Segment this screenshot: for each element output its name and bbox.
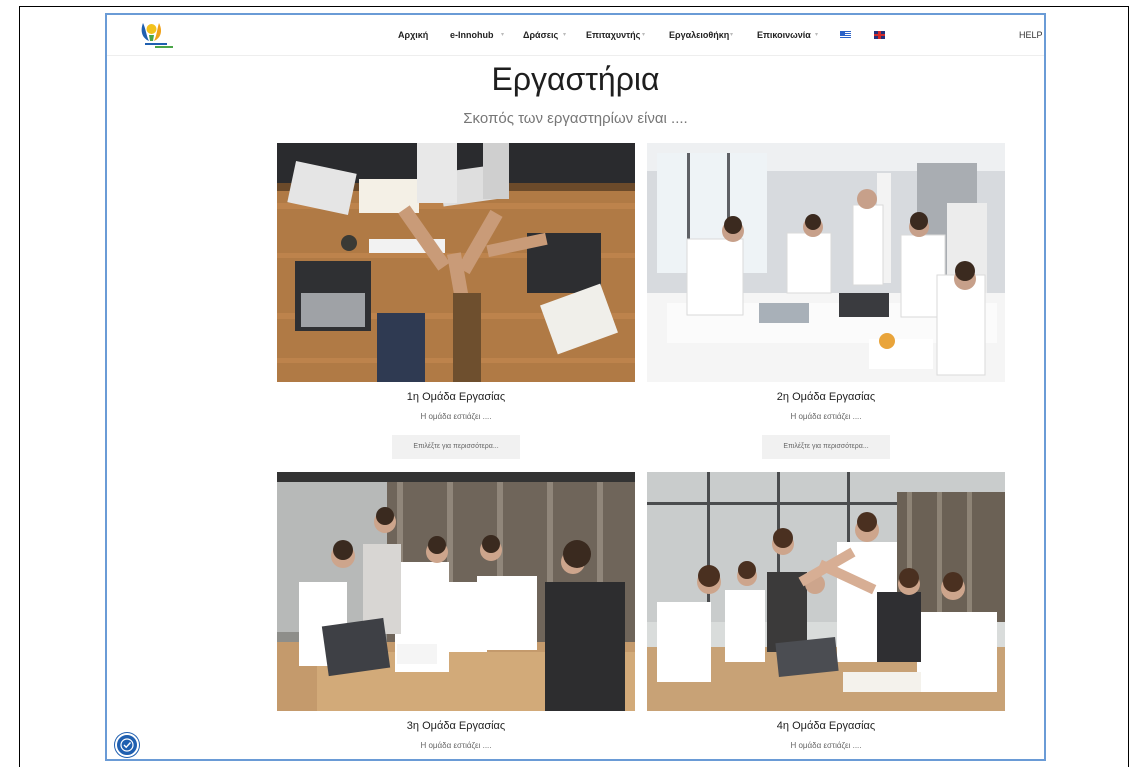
card-4-description: Η ομάδα εστιάζει .... <box>790 741 862 750</box>
nav-item-home[interactable]: Αρχική <box>398 30 428 40</box>
nav-toolbox-caret-icon: ▾ <box>730 32 734 38</box>
card-2-image[interactable] <box>647 143 1005 382</box>
card-1-more-button[interactable]: Επιλέξτε για περισσότερα... <box>392 435 520 459</box>
browser-viewport: Αρχική e-Innohub ▾ Δράσεις ▾ Επιταχυντής… <box>105 13 1046 761</box>
office-meeting-photo <box>647 143 1005 382</box>
card-2-title: 2η Ομάδα Εργασίας <box>776 391 876 403</box>
nav-contact-caret-icon: ▾ <box>815 32 819 38</box>
nav-actions-caret-icon: ▾ <box>563 32 567 38</box>
nav-e-innohub-caret-icon: ▾ <box>501 32 505 38</box>
logo-icon <box>141 23 173 48</box>
outer-border-top <box>19 6 1129 7</box>
top-navbar: Αρχική e-Innohub ▾ Δράσεις ▾ Επιταχυντής… <box>107 15 1044 56</box>
nav-accelerator-caret-icon: ▾ <box>642 32 646 38</box>
card-2-more-button[interactable]: Επιλέξτε για περισσότερα... <box>762 435 890 459</box>
uk-flag-icon[interactable] <box>874 31 885 39</box>
nav-item-actions[interactable]: Δράσεις <box>523 30 558 40</box>
nav-item-e-innohub[interactable]: e-Innohub <box>450 30 494 40</box>
card-2-description: Η ομάδα εστιάζει .... <box>790 412 862 421</box>
team-discussion-photo <box>277 472 635 711</box>
card-3-title: 3η Ομάδα Εργασίας <box>406 720 506 732</box>
nav-item-toolbox[interactable]: Εργαλειοθήκη <box>669 30 729 40</box>
page-subtitle: Σκοπός των εργαστηρίων είναι .... <box>463 110 688 127</box>
nav-item-accelerator[interactable]: Επιταχυντής <box>586 30 640 40</box>
card-4-image[interactable] <box>647 472 1005 711</box>
card-1-title: 1η Ομάδα Εργασίας <box>406 391 506 403</box>
team-hands-photo <box>277 143 635 382</box>
card-1-description: Η ομάδα εστιάζει .... <box>420 412 492 421</box>
team-celebration-photo <box>647 472 1005 711</box>
help-desk-link[interactable]: HELP D <box>1019 30 1044 40</box>
card-3-image[interactable] <box>277 472 635 711</box>
page-title: Εργαστήρια <box>491 61 660 97</box>
greek-flag-icon[interactable] <box>840 31 851 39</box>
card-4-title: 4η Ομάδα Εργασίας <box>776 720 876 732</box>
outer-border-right <box>1128 6 1129 767</box>
card-1-image[interactable] <box>277 143 635 382</box>
site-logo[interactable] <box>137 19 189 51</box>
card-3-description: Η ομάδα εστιάζει .... <box>420 741 492 750</box>
accessibility-button[interactable] <box>115 733 139 757</box>
outer-border-left <box>19 6 20 767</box>
accessibility-icon <box>120 738 134 752</box>
nav-item-contact[interactable]: Επικοινωνία <box>757 30 811 40</box>
